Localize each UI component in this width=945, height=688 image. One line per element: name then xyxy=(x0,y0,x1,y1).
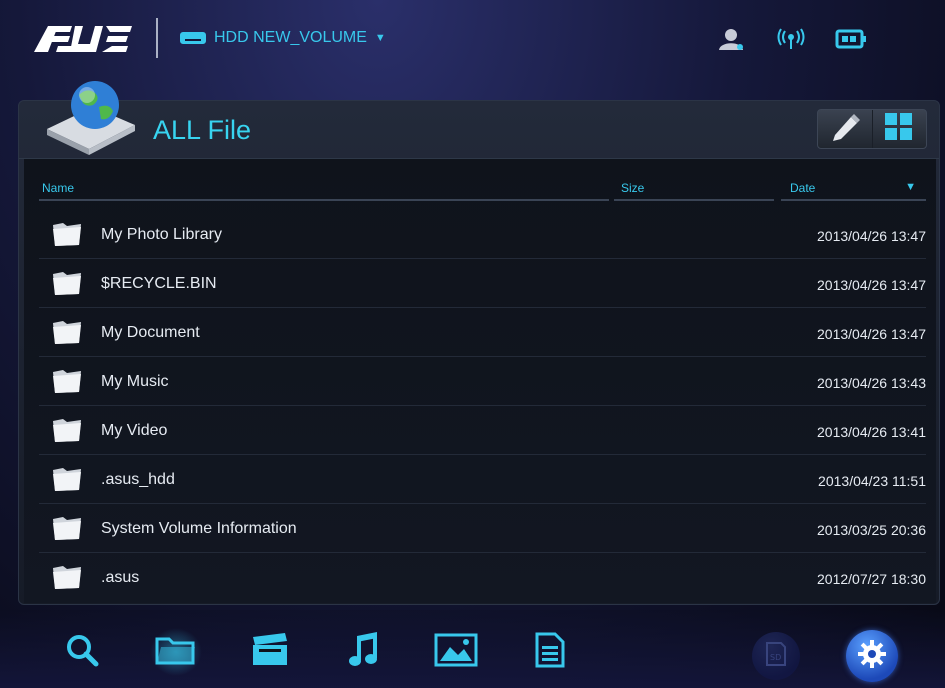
chevron-down-icon: ▼ xyxy=(374,32,386,44)
sd-card-button[interactable]: SD xyxy=(752,632,800,680)
column-divider xyxy=(614,199,774,201)
file-date: 2013/04/26 13:47 xyxy=(817,326,926,342)
svg-text:SD: SD xyxy=(770,653,781,662)
wifi-icon[interactable] xyxy=(775,26,807,52)
asus-logo xyxy=(28,20,138,56)
document-icon xyxy=(535,632,565,673)
file-row[interactable]: .asus 2012/07/27 18:30 xyxy=(39,554,926,602)
settings-button[interactable] xyxy=(846,630,898,682)
edit-button[interactable] xyxy=(818,110,872,148)
folder-icon xyxy=(51,368,83,394)
folder-icon xyxy=(51,270,83,296)
column-divider xyxy=(39,199,609,201)
user-icon[interactable] xyxy=(715,26,747,52)
video-icon xyxy=(251,632,289,672)
file-name: My Music xyxy=(101,373,169,390)
column-header-size[interactable]: Size xyxy=(621,181,644,195)
file-row[interactable]: $RECYCLE.BIN 2013/04/26 13:47 xyxy=(39,260,926,308)
folder-icon xyxy=(51,221,83,247)
folder-icon xyxy=(51,466,83,492)
file-panel: ALL File Name Size Date ▼ My Photo Libra… xyxy=(18,81,940,605)
file-name: .asus xyxy=(101,569,140,586)
search-button[interactable] xyxy=(62,632,102,672)
photo-icon xyxy=(434,633,478,672)
settings-icon xyxy=(856,638,888,675)
file-date: 2013/04/26 13:43 xyxy=(817,375,926,391)
file-row[interactable]: My Video 2013/04/26 13:41 xyxy=(39,407,926,455)
file-date: 2013/04/26 13:41 xyxy=(817,424,926,440)
folder-icon xyxy=(51,564,83,590)
status-icons xyxy=(715,26,867,52)
top-bar: HDD NEW_VOLUME ▼ xyxy=(0,0,945,82)
file-date: 2012/07/27 18:30 xyxy=(817,571,926,587)
file-name: My Video xyxy=(101,422,168,439)
search-icon xyxy=(64,632,100,673)
hdd-icon xyxy=(180,32,206,44)
globe-book-icon xyxy=(43,77,139,159)
logo-divider xyxy=(156,18,158,58)
battery-icon[interactable] xyxy=(835,26,867,52)
view-toolbar xyxy=(817,109,927,149)
column-header-name[interactable]: Name xyxy=(42,181,74,195)
file-name: $RECYCLE.BIN xyxy=(101,275,217,292)
file-date: 2013/04/23 11:51 xyxy=(818,473,926,489)
file-date: 2013/04/26 13:47 xyxy=(817,228,926,244)
file-name: My Document xyxy=(101,324,200,341)
file-name: My Photo Library xyxy=(101,226,222,243)
sd-card-icon: SD xyxy=(763,641,789,672)
bottom-nav: SD xyxy=(0,610,945,688)
file-row[interactable]: System Volume Information 2013/03/25 20:… xyxy=(39,505,926,553)
file-list: Name Size Date ▼ My Photo Library 2013/0… xyxy=(24,159,936,603)
panel-header: ALL File xyxy=(19,81,939,159)
file-date: 2013/03/25 20:36 xyxy=(817,522,926,538)
page-title: ALL File xyxy=(153,115,252,145)
file-row[interactable]: .asus_hdd 2013/04/23 11:51 xyxy=(39,456,926,504)
sort-descending-icon[interactable]: ▼ xyxy=(905,181,916,193)
file-row[interactable]: My Photo Library 2013/04/26 13:47 xyxy=(39,211,926,259)
file-name: .asus_hdd xyxy=(101,471,175,488)
file-row[interactable]: My Document 2013/04/26 13:47 xyxy=(39,309,926,357)
files-button[interactable] xyxy=(150,628,202,676)
video-button[interactable] xyxy=(250,632,290,672)
folder-icon xyxy=(155,633,197,672)
grid-view-button[interactable] xyxy=(871,110,927,148)
file-date: 2013/04/26 13:47 xyxy=(817,277,926,293)
music-icon xyxy=(347,631,381,673)
volume-selector[interactable]: HDD NEW_VOLUME ▼ xyxy=(180,28,386,48)
photo-button[interactable] xyxy=(434,632,478,672)
folder-icon xyxy=(51,417,83,443)
volume-label: HDD NEW_VOLUME xyxy=(214,29,367,46)
file-name: System Volume Information xyxy=(101,520,297,537)
folder-icon xyxy=(51,515,83,541)
file-row[interactable]: My Music 2013/04/26 13:43 xyxy=(39,358,926,406)
column-divider xyxy=(781,199,926,201)
grid-icon xyxy=(884,112,914,147)
music-button[interactable] xyxy=(344,631,384,673)
document-button[interactable] xyxy=(530,632,570,672)
pencil-icon xyxy=(829,113,861,146)
folder-icon xyxy=(51,319,83,345)
column-header-date[interactable]: Date xyxy=(790,181,815,195)
